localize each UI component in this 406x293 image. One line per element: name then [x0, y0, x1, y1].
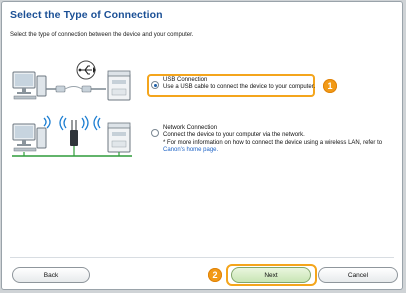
- network-connection-illustration: [12, 115, 132, 157]
- next-button[interactable]: Next: [231, 267, 311, 283]
- network-option-note: * For more information on how to connect…: [163, 139, 383, 146]
- canon-home-page-link[interactable]: Canon's home page.: [163, 147, 382, 154]
- usb-connection-option[interactable]: USB Connection Use a USB cable to connec…: [151, 77, 315, 92]
- footer-divider: [10, 257, 394, 258]
- network-option-description: Connect the device to your computer via …: [163, 132, 305, 139]
- step-2-badge: 2: [208, 268, 222, 282]
- usb-connection-illustration: [12, 60, 131, 101]
- step-1-badge: 1: [323, 79, 337, 93]
- usb-option-description: Use a USB cable to connect the device to…: [163, 84, 316, 91]
- usb-option-label: USB Connection: [163, 77, 208, 83]
- dialog-title: Select the Type of Connection: [10, 9, 163, 21]
- dialog-subtitle: Select the type of connection between th…: [10, 32, 194, 38]
- back-button[interactable]: Back: [12, 267, 90, 283]
- network-connection-option[interactable]: Network Connection Connect the device to…: [151, 125, 396, 155]
- network-radio-button[interactable]: [151, 129, 159, 137]
- cancel-button[interactable]: Cancel: [318, 267, 398, 283]
- usb-radio-button[interactable]: [151, 81, 159, 89]
- network-option-label: Network Connection: [163, 125, 218, 131]
- connection-type-dialog: Select the Type of Connection Select the…: [1, 1, 403, 290]
